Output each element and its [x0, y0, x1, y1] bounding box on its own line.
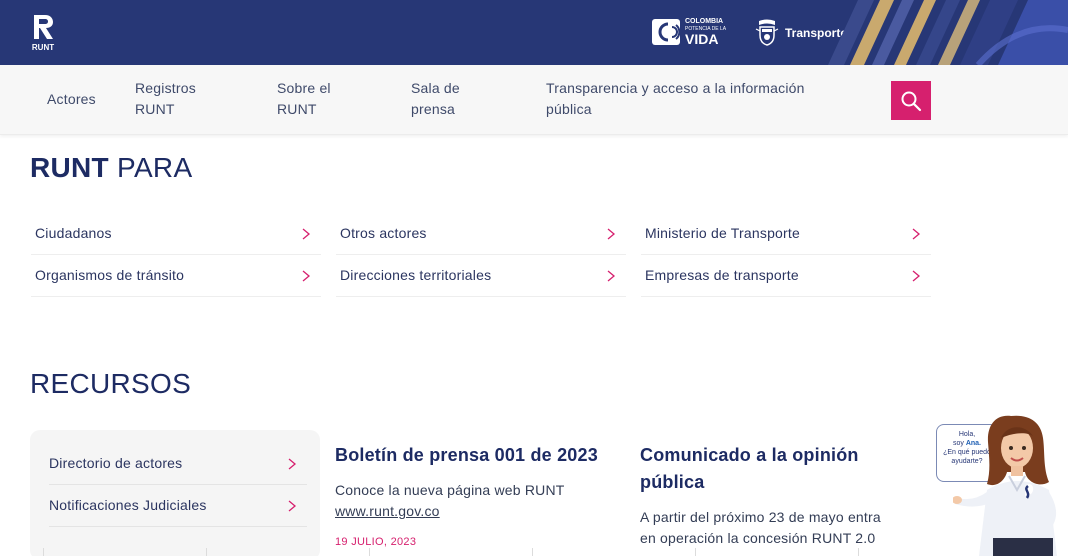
- top-header: RUNT COLOMBIA POTENCIA DE LA VIDA Transp…: [0, 0, 1068, 65]
- search-icon: [901, 91, 922, 111]
- vida-mark-icon: [652, 19, 680, 45]
- coat-of-arms-icon: [755, 19, 779, 46]
- bottom-divider-ticks: [0, 548, 940, 556]
- link-otros-actores[interactable]: Otros actores: [336, 213, 626, 255]
- link-direcciones-territoriales[interactable]: Direcciones territoriales: [336, 255, 626, 297]
- virtual-assistant-ana[interactable]: Hola, soy Ana. ¿En qué puedo ayudarte?: [933, 410, 1068, 556]
- recursos-links-card: Directorio de actores Notificaciones Jud…: [30, 430, 320, 556]
- nav-item-registros-runt[interactable]: Registros RUNT: [135, 78, 196, 120]
- news-date: 19 JULIO, 2023: [335, 536, 417, 548]
- link-organismos-de-transito[interactable]: Organismos de tránsito: [31, 255, 321, 297]
- chevron-right-icon: [912, 270, 921, 282]
- news-text-boletin: Conoce la nueva página web RUNT www.runt…: [335, 482, 565, 519]
- news-title-boletin[interactable]: Boletín de prensa 001 de 2023: [335, 442, 598, 469]
- news-text-comunicado: A partir del próximo 23 de mayo entra en…: [640, 509, 881, 546]
- nav-item-sobre-el-runt[interactable]: Sobre el RUNT: [277, 78, 331, 120]
- news-title-comunicado[interactable]: Comunicado a la opinión pública: [640, 442, 859, 496]
- runt-logo[interactable]: RUNT: [28, 12, 58, 54]
- search-button[interactable]: [891, 81, 931, 120]
- link-ciudadanos[interactable]: Ciudadanos: [31, 213, 321, 255]
- brand-colombia: COLOMBIA: [685, 18, 724, 25]
- main-nav: Actores Registros RUNT Sobre el RUNT Sal…: [0, 65, 1068, 135]
- link-directorio-de-actores[interactable]: Directorio de actores: [49, 443, 307, 485]
- runt-para-title: RUNT PARA: [30, 152, 193, 183]
- nav-item-transparencia[interactable]: Transparencia y acceso a la información …: [546, 78, 805, 120]
- chevron-right-icon: [288, 500, 297, 512]
- decorative-stripes: [828, 0, 1068, 65]
- news-link-runt-gov[interactable]: www.runt.gov.co: [335, 503, 440, 519]
- runt-logo-icon: [34, 15, 53, 39]
- brand-vida: VIDA: [685, 31, 719, 47]
- nav-item-actores[interactable]: Actores: [47, 89, 96, 110]
- chevron-right-icon: [288, 458, 297, 470]
- chevron-right-icon: [912, 228, 921, 240]
- chevron-right-icon: [302, 270, 311, 282]
- chevron-right-icon: [607, 228, 616, 240]
- assistant-avatar-icon: [953, 415, 1057, 556]
- recursos-title: RECURSOS: [30, 368, 192, 399]
- link-ministerio-de-transporte[interactable]: Ministerio de Transporte: [641, 213, 931, 255]
- chevron-right-icon: [302, 228, 311, 240]
- chevron-right-icon: [607, 270, 616, 282]
- link-empresas-de-transporte[interactable]: Empresas de transporte: [641, 255, 931, 297]
- link-notificaciones-judiciales[interactable]: Notificaciones Judiciales: [49, 485, 307, 527]
- logo-text: RUNT: [31, 43, 55, 52]
- nav-item-sala-de-prensa[interactable]: Sala de prensa: [411, 78, 460, 120]
